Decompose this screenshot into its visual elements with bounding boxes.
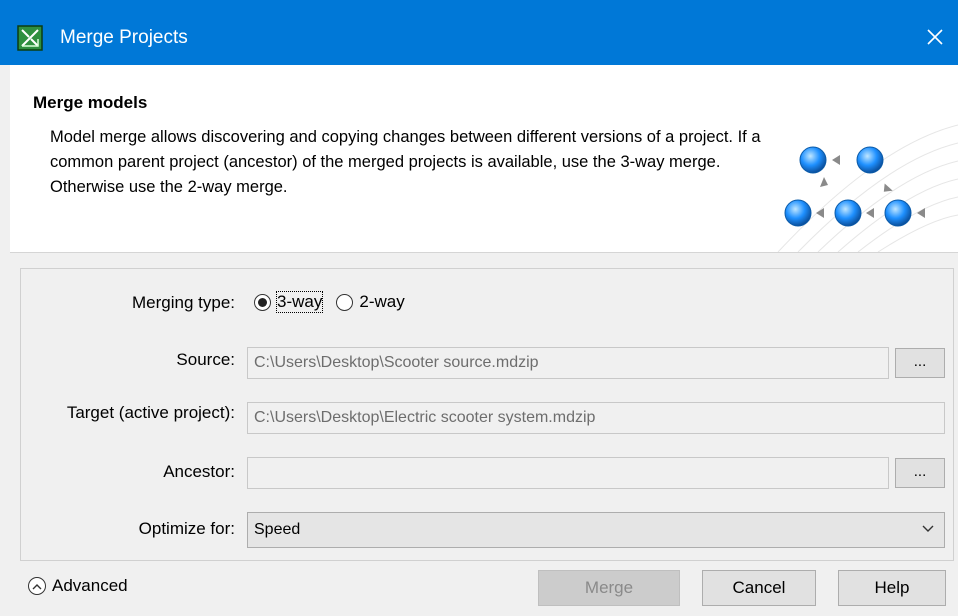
help-button[interactable]: Help [838,570,946,606]
radio-3-way[interactable]: 3-way [254,291,324,313]
chevron-down-icon [922,525,934,532]
cancel-button[interactable]: Cancel [702,570,816,606]
source-label: Source: [176,350,235,369]
close-button[interactable] [912,14,958,60]
radio-2-way-label[interactable]: 2-way [359,292,404,312]
dialog-header: Merge models Model merge allows discover… [10,65,958,253]
close-icon [927,29,943,45]
merging-type-radio-group: 3-way 2-way [254,291,419,313]
header-description: Model merge allows discovering and copyi… [50,128,761,196]
source-field[interactable]: C:\Users\Desktop\Scooter source.mdzip [247,347,889,379]
merge-options-panel: Merging type: 3-way 2-way Source: C:\Use… [20,268,954,561]
title-bar: Merge Projects [0,0,958,65]
merging-type-label: Merging type: [132,293,235,312]
radio-3-way-indicator[interactable] [254,293,271,311]
ancestor-field[interactable] [247,457,889,489]
ancestor-browse-button[interactable]: ... [895,458,945,488]
chevron-up-circle-icon [28,577,46,595]
optimize-label: Optimize for: [138,519,235,538]
target-field[interactable]: C:\Users\Desktop\Electric scooter system… [247,402,945,434]
source-browse-button[interactable]: ... [895,348,945,378]
advanced-label: Advanced [52,576,128,595]
optimize-select-value: Speed [254,521,301,538]
merge-button[interactable]: Merge [538,570,680,606]
optimize-select[interactable]: Speed [247,512,945,548]
header-heading: Merge models [33,93,148,112]
ancestor-label: Ancestor: [163,462,235,481]
window-title: Merge Projects [60,27,188,48]
advanced-toggle[interactable]: Advanced [28,576,128,596]
radio-3-way-label[interactable]: 3-way [275,291,324,313]
radio-2-way-indicator[interactable] [336,293,354,311]
merge-diagram-icon [784,146,925,227]
target-label: Target (active project): [66,403,235,422]
radio-2-way[interactable]: 2-way [336,292,405,312]
merge-projects-app-icon [17,25,43,51]
